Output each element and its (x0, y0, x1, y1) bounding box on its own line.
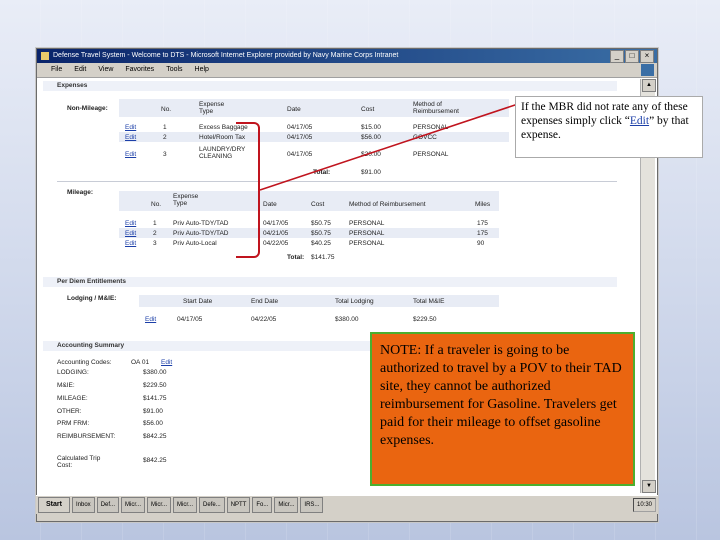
edit-instruction-text: If the MBR did not rate any of these exp… (521, 101, 689, 141)
pov-note-callout: NOTE: If a traveler is going to be autho… (370, 332, 635, 486)
pov-note-text: NOTE: If a traveler is going to be autho… (380, 343, 622, 448)
edit-instruction-callout: If the MBR did not rate any of these exp… (515, 96, 703, 158)
callout-edit-word: Edit (629, 115, 650, 127)
